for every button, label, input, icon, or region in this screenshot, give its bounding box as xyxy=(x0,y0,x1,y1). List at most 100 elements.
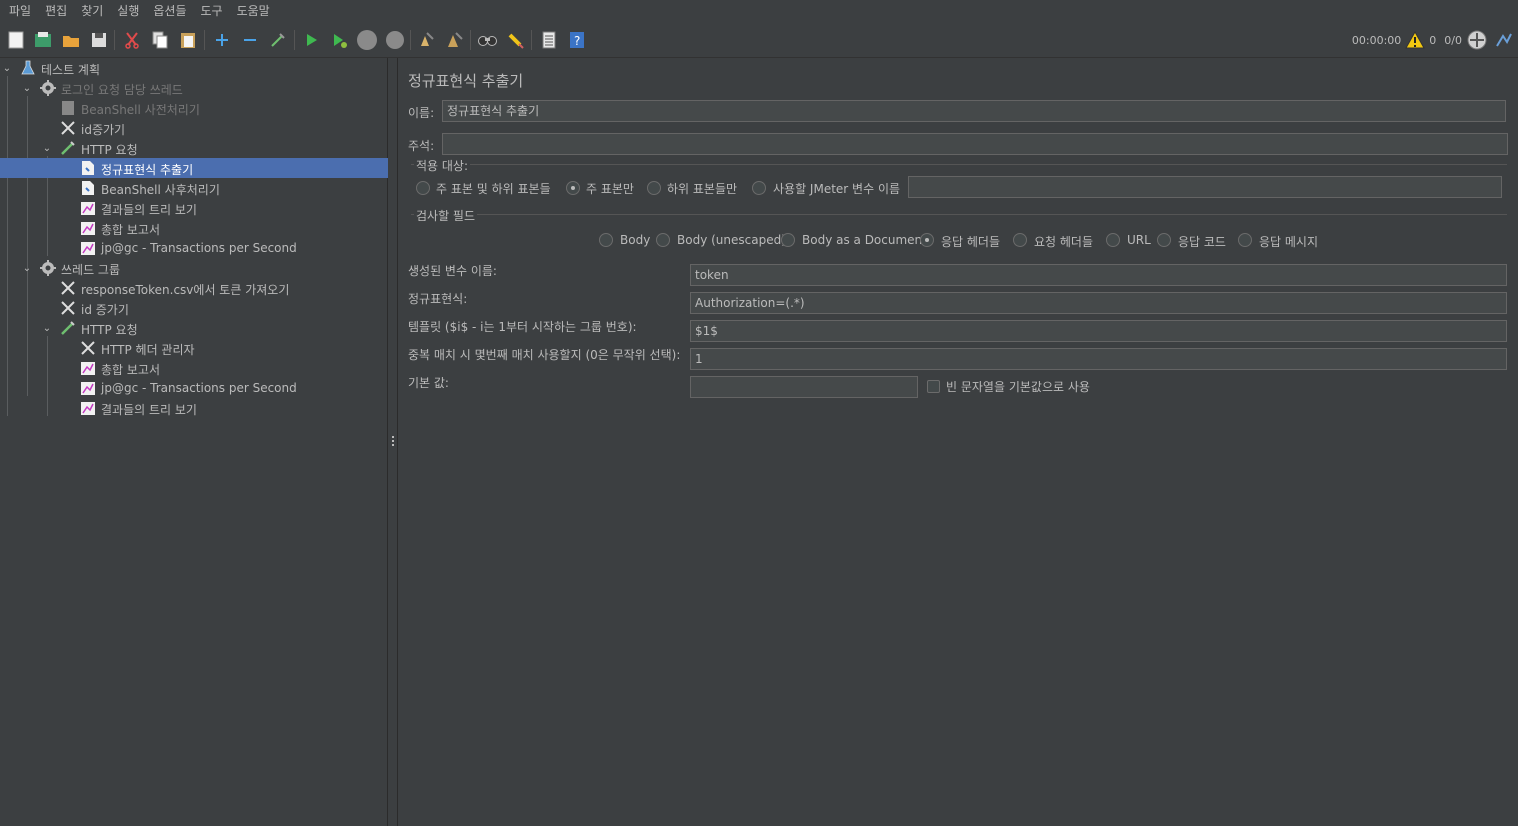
gear-icon xyxy=(40,80,56,96)
tree-node[interactable]: ⌄ HTTP 요청 xyxy=(0,138,388,158)
tree-node[interactable]: BeanShell 사후처리기 xyxy=(0,178,388,198)
remote-engine-icon[interactable] xyxy=(1466,29,1488,51)
radio-url-label: URL xyxy=(1127,233,1151,247)
clear-all-icon[interactable] xyxy=(443,28,467,52)
radio-response-code-label: 응답 코드 xyxy=(1178,235,1226,249)
script-icon xyxy=(60,100,76,116)
chart-icon xyxy=(80,240,96,256)
open-icon[interactable] xyxy=(59,28,83,52)
template-label: 템플릿 ($i$ - i는 1부터 시작하는 그룹 번호): xyxy=(408,320,637,334)
ref-name-field[interactable]: token xyxy=(690,264,1507,286)
menu-help[interactable]: 도움말 xyxy=(230,0,277,22)
wrench-icon xyxy=(60,280,76,296)
comment-field[interactable] xyxy=(442,133,1508,155)
tree-node[interactable]: ⌄ 로그인 요청 담당 쓰레드 xyxy=(0,78,388,98)
pipette-icon xyxy=(60,140,76,156)
tree-node[interactable]: id증가기 xyxy=(0,118,388,138)
help-icon[interactable]: ? xyxy=(565,28,589,52)
clear-icon[interactable] xyxy=(415,28,439,52)
save-icon[interactable] xyxy=(87,28,111,52)
start-icon[interactable] xyxy=(299,28,323,52)
tree-node[interactable]: 결과들의 트리 보기 xyxy=(0,398,388,418)
menu-run[interactable]: 실행 xyxy=(110,0,146,22)
expand-all-icon[interactable] xyxy=(210,28,234,52)
menu-options[interactable]: 옵션들 xyxy=(146,0,193,22)
radio-body[interactable] xyxy=(599,233,613,247)
paste-icon[interactable] xyxy=(176,28,200,52)
start-no-pauses-icon[interactable] xyxy=(327,28,351,52)
radio-body-document[interactable] xyxy=(781,233,795,247)
chevron-down-icon[interactable]: ⌄ xyxy=(21,82,33,94)
gear-icon xyxy=(40,260,56,276)
match-no-label: 중복 매치 시 몇번째 매치 사용할지 (0은 무작위 선택): xyxy=(408,348,681,362)
stop-icon[interactable] xyxy=(355,28,379,52)
ref-name-label: 생성된 변수 이름: xyxy=(408,264,497,278)
tree-node[interactable]: ⌄ 쓰레드 그룹 xyxy=(0,258,388,278)
radio-response-message[interactable] xyxy=(1238,233,1252,247)
reset-search-icon[interactable] xyxy=(504,28,528,52)
tree-node[interactable]: responseToken.csv에서 토큰 가져오기 xyxy=(0,278,388,298)
default-value-field[interactable] xyxy=(690,376,918,398)
shutdown-icon[interactable] xyxy=(383,28,407,52)
function-helper-icon[interactable] xyxy=(537,28,561,52)
empty-default-checkbox[interactable] xyxy=(927,380,940,393)
radio-main-and-sub[interactable] xyxy=(416,181,430,195)
menu-search[interactable]: 찾기 xyxy=(74,0,110,22)
tree-node[interactable]: jp@gc - Transactions per Second xyxy=(0,378,388,398)
radio-body-unescaped[interactable] xyxy=(656,233,670,247)
chart-icon xyxy=(80,200,96,216)
match-no-field[interactable]: 1 xyxy=(690,348,1507,370)
flask-icon xyxy=(20,60,36,76)
tree-node[interactable]: jp@gc - Transactions per Second xyxy=(0,238,388,258)
tree-node[interactable]: 정규표현식 추출기 xyxy=(0,158,388,178)
new-icon[interactable] xyxy=(4,28,28,52)
regex-field[interactable]: Authorization=(.*) xyxy=(690,292,1507,314)
panel-splitter[interactable] xyxy=(388,58,398,826)
regex-extractor-panel: 정규표현식 추출기 이름: 정규표현식 추출기 주석: 적용 대상: 주 표본 … xyxy=(399,58,1518,826)
tree-node[interactable]: ⌄ HTTP 요청 xyxy=(0,318,388,338)
tree-node[interactable]: 결과들의 트리 보기 xyxy=(0,198,388,218)
copy-icon[interactable] xyxy=(148,28,172,52)
tree-node-label: id 증가기 xyxy=(81,303,129,317)
chevron-down-icon[interactable]: ⌄ xyxy=(21,262,33,274)
radio-sub-only-label: 하위 표본들만 xyxy=(667,182,738,196)
document-icon xyxy=(80,160,96,176)
radio-main-only[interactable] xyxy=(566,181,580,195)
tree-node[interactable]: 총합 보고서 xyxy=(0,358,388,378)
wrench-icon xyxy=(80,340,96,356)
radio-body-unescaped-label: Body (unescaped) xyxy=(677,233,786,247)
warning-icon[interactable] xyxy=(1405,31,1426,49)
collapse-all-icon[interactable] xyxy=(238,28,262,52)
menu-edit[interactable]: 편집 xyxy=(38,0,74,22)
tree-node-label: id증가기 xyxy=(81,123,126,137)
tree-node-label: 결과들의 트리 보기 xyxy=(101,403,197,417)
jmeter-var-input[interactable] xyxy=(908,176,1502,198)
radio-jmeter-var[interactable] xyxy=(752,181,766,195)
templates-icon[interactable] xyxy=(31,28,55,52)
menu-file[interactable]: 파일 xyxy=(2,0,38,22)
cut-icon[interactable] xyxy=(120,28,144,52)
tree-node[interactable]: HTTP 헤더 관리자 xyxy=(0,338,388,358)
log-viewer-icon[interactable] xyxy=(1494,30,1514,50)
chevron-down-icon[interactable]: ⌄ xyxy=(41,322,53,334)
document-icon xyxy=(80,180,96,196)
chevron-down-icon[interactable]: ⌄ xyxy=(1,62,13,74)
radio-url[interactable] xyxy=(1106,233,1120,247)
tree-node-label: BeanShell 사후처리기 xyxy=(101,183,220,197)
radio-request-headers[interactable] xyxy=(1013,233,1027,247)
radio-response-headers[interactable] xyxy=(920,233,934,247)
tree-node[interactable]: 총합 보고서 xyxy=(0,218,388,238)
tree-node[interactable]: BeanShell 사전처리기 xyxy=(0,98,388,118)
wrench-icon xyxy=(60,120,76,136)
tree-node[interactable]: ⌄ 테스트 계획 xyxy=(0,58,388,78)
toggle-icon[interactable] xyxy=(266,28,290,52)
name-field[interactable]: 정규표현식 추출기 xyxy=(442,100,1506,122)
template-field[interactable]: $1$ xyxy=(690,320,1507,342)
radio-response-code[interactable] xyxy=(1157,233,1171,247)
name-label: 이름: xyxy=(408,106,435,120)
search-icon[interactable] xyxy=(476,28,500,52)
menu-tools[interactable]: 도구 xyxy=(194,0,230,22)
tree-node[interactable]: id 증가기 xyxy=(0,298,388,318)
chevron-down-icon[interactable]: ⌄ xyxy=(41,142,53,154)
radio-sub-only[interactable] xyxy=(647,181,661,195)
